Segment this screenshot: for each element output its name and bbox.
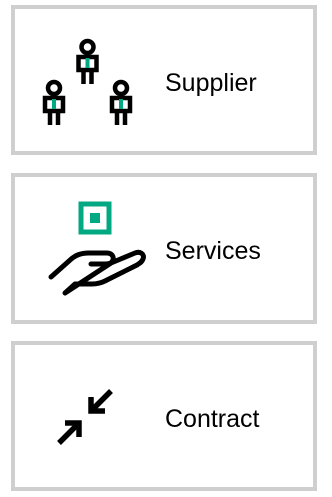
people-network-icon	[42, 38, 133, 125]
supplier-card[interactable]: Supplier	[11, 5, 317, 155]
contract-label: Contract	[165, 405, 260, 433]
services-card[interactable]: Services	[11, 173, 317, 324]
collapse-arrows-icon	[57, 389, 113, 445]
contract-card[interactable]: Contract	[11, 341, 317, 491]
hand-service-icon	[48, 201, 146, 296]
services-label: Services	[165, 237, 261, 265]
supplier-label: Supplier	[165, 69, 257, 97]
